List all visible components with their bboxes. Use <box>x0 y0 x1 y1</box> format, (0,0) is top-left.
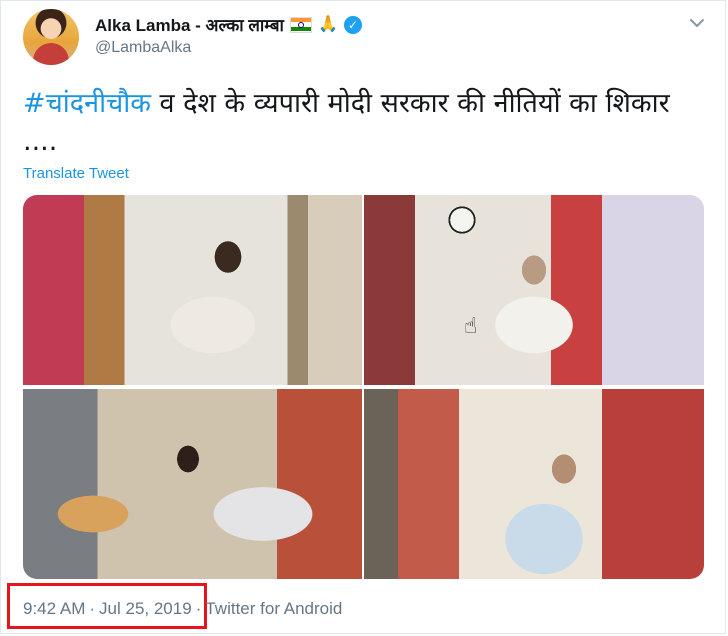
meta-separator: · <box>195 599 202 618</box>
india-flag-icon <box>289 16 312 33</box>
translate-tweet-link[interactable]: Translate Tweet <box>23 165 129 182</box>
tweet-text: #चांदनीचौक व देश के व्यपारी मोदी सरकार क… <box>23 85 703 161</box>
verified-badge-icon: ✓ <box>343 15 362 34</box>
tweet-card: Alka Lamba - अल्का लाम्बा 🙏 ✓ @LambaAlka… <box>0 0 726 634</box>
hand-cursor-icon: ☝ <box>464 313 478 338</box>
photo-4[interactable] <box>364 389 704 579</box>
photo-3[interactable] <box>23 389 362 579</box>
tweet-date[interactable]: Jul 25, 2019 <box>99 599 192 619</box>
tweet-meta: 9:42 AM · Jul 25, 2019 · Twitter for And… <box>23 599 342 619</box>
photo-2[interactable] <box>364 195 704 385</box>
tweet-source[interactable]: Twitter for Android <box>205 599 342 619</box>
display-name[interactable]: Alka Lamba - अल्का लाम्बा <box>95 13 284 36</box>
media-grid <box>23 195 704 579</box>
avatar[interactable] <box>23 9 79 65</box>
hashtag-link[interactable]: #चांदनीचौक <box>23 88 151 119</box>
tweet-time[interactable]: 9:42 AM <box>23 599 85 619</box>
author-name-row: Alka Lamba - अल्का लाम्बा 🙏 ✓ <box>95 13 362 36</box>
photo-1[interactable] <box>23 195 362 385</box>
meta-separator: · <box>89 599 96 618</box>
chevron-down-icon[interactable] <box>687 13 707 33</box>
folded-hands-icon: 🙏 <box>317 15 338 33</box>
user-handle[interactable]: @LambaAlka <box>95 39 191 57</box>
